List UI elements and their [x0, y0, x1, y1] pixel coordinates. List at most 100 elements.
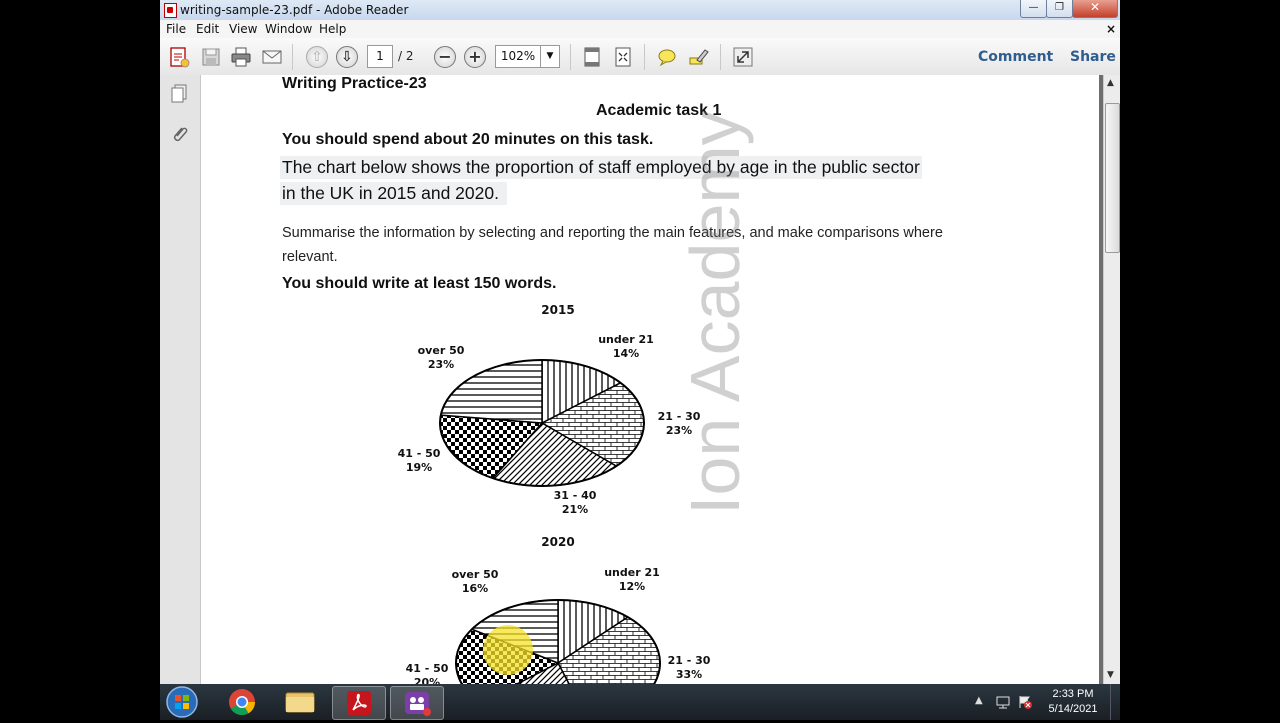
chart-2020-label-under21: under 21 12% [587, 566, 677, 594]
menu-edit[interactable]: Edit [196, 22, 219, 36]
prompt-line-1: The chart below shows the proportion of … [280, 156, 922, 179]
fit-width-icon[interactable] [612, 46, 634, 68]
adobe-reader-icon [347, 691, 371, 715]
label-text: over 50 [451, 568, 499, 581]
fit-page-icon[interactable] [581, 46, 603, 68]
previous-page-button[interactable]: ⇧ [306, 46, 328, 68]
window-title: writing-sample-23.pdf - Adobe Reader [180, 3, 409, 17]
show-hidden-icons-chevron-icon[interactable]: ▲ [975, 695, 983, 706]
page-thumbnails-icon[interactable] [169, 83, 189, 105]
value-text: 14% [612, 347, 640, 360]
chart-2020-label-over50: over 50 16% [435, 568, 515, 596]
toolbar-separator [570, 44, 571, 70]
value-text: 21% [561, 503, 589, 516]
zoom-level-input[interactable]: 102% [495, 45, 540, 68]
value-text: 12% [618, 580, 646, 593]
summary-line-2: relevant. [282, 249, 338, 265]
word-instruction: You should write at least 150 words. [282, 275, 557, 292]
pie-chart-2020 [455, 599, 661, 684]
navigation-panel [160, 75, 201, 684]
share-button[interactable]: Share [1070, 49, 1116, 65]
zoom-out-button[interactable]: − [434, 46, 456, 68]
label-text: 21 - 30 [667, 654, 711, 667]
label-text: 31 - 40 [553, 489, 597, 502]
scroll-down-icon[interactable]: ▼ [1107, 670, 1114, 680]
network-icon[interactable] [995, 694, 1011, 710]
toolbar-separator [644, 44, 645, 70]
label-text: under 21 [604, 566, 660, 579]
chart-2020-label-21-30: 21 - 30 33% [649, 654, 729, 682]
highlight-text-icon[interactable] [687, 46, 709, 68]
label-text: 41 - 50 [397, 447, 441, 460]
zoom-dropdown-chevron-icon[interactable]: ▼ [540, 45, 560, 68]
windows-taskbar: ▲ 2:33 PM 5/14/2021 [160, 684, 1120, 720]
value-text: 16% [461, 582, 489, 595]
page-number-input[interactable]: 1 [367, 45, 393, 68]
clock-time: 2:33 PM [1052, 688, 1094, 700]
watermark-text: Ion Academy [676, 110, 754, 515]
page-heading: Writing Practice-23 [282, 75, 427, 92]
chart-2015-label-31-40: 31 - 40 21% [535, 489, 615, 517]
menu-help[interactable]: Help [319, 22, 346, 36]
start-button-icon[interactable] [164, 685, 200, 719]
toolbar: ⇧ ⇩ 1 / 2 − + 102% ▼ Comment Share [160, 38, 1120, 76]
minimize-button[interactable]: — [1020, 0, 1047, 18]
scrollbar-thumb[interactable] [1105, 103, 1120, 253]
value-text: 20% [413, 676, 441, 684]
menu-view[interactable]: View [229, 22, 257, 36]
system-clock[interactable]: 2:33 PM 5/14/2021 [1038, 687, 1108, 717]
maximize-button[interactable]: ❐ [1046, 0, 1073, 18]
explorer-taskbar-button[interactable] [274, 686, 326, 718]
toolbar-separator [720, 44, 721, 70]
title-bar[interactable]: writing-sample-23.pdf - Adobe Reader — ❐… [160, 0, 1120, 20]
chart-2020-title: 2020 [541, 535, 575, 549]
pdf-file-icon [164, 3, 177, 18]
vertical-scrollbar[interactable]: ▲ ▼ [1103, 75, 1120, 684]
value-text: 23% [427, 358, 455, 371]
action-center-flag-icon[interactable] [1017, 694, 1033, 710]
recorder-taskbar-button[interactable] [390, 686, 444, 720]
document-area[interactable]: Writing Practice-23 Academic task 1 You … [201, 75, 1103, 684]
sticky-note-icon[interactable] [656, 46, 678, 68]
chart-2015-label-over50: over 50 23% [401, 344, 481, 372]
screen-recorder-icon [405, 692, 431, 716]
value-text: 19% [405, 461, 433, 474]
pdf-page: Writing Practice-23 Academic task 1 You … [201, 75, 1099, 684]
label-text: under 21 [598, 333, 654, 346]
menu-window[interactable]: Window [265, 22, 312, 36]
chart-2020-label-41-50: 41 - 50 20% [387, 662, 467, 684]
label-text: 41 - 50 [405, 662, 449, 675]
chart-2015-label-under21: under 21 14% [581, 333, 671, 361]
save-icon[interactable] [200, 46, 222, 68]
menu-file[interactable]: File [166, 22, 186, 36]
expand-icon[interactable] [732, 46, 754, 68]
page-total: / 2 [398, 49, 414, 63]
time-instruction: You should spend about 20 minutes on thi… [282, 131, 654, 148]
value-text: 33% [675, 668, 703, 681]
adobe-reader-taskbar-button[interactable] [332, 686, 386, 720]
attachments-paperclip-icon[interactable] [169, 123, 189, 145]
menu-bar: File Edit View Window Help × [160, 20, 1120, 38]
scroll-up-icon[interactable]: ▲ [1107, 78, 1114, 88]
zoom-in-button[interactable]: + [464, 46, 486, 68]
chrome-taskbar-button[interactable] [216, 686, 268, 718]
print-icon[interactable] [230, 46, 252, 68]
summary-line-1: Summarise the information by selecting a… [282, 225, 943, 241]
close-document-icon[interactable]: × [1106, 22, 1116, 36]
chrome-icon [229, 689, 256, 716]
clock-date: 5/14/2021 [1048, 703, 1098, 715]
cursor-highlight [483, 625, 533, 675]
next-page-button[interactable]: ⇩ [336, 46, 358, 68]
close-window-button[interactable]: ✕ [1072, 0, 1118, 18]
adobe-reader-window: writing-sample-23.pdf - Adobe Reader — ❐… [160, 0, 1120, 684]
label-text: over 50 [417, 344, 465, 357]
toolbar-separator [292, 44, 293, 70]
comment-button[interactable]: Comment [978, 49, 1053, 65]
email-icon[interactable] [261, 46, 283, 68]
create-pdf-icon[interactable] [168, 46, 190, 68]
folder-icon [285, 692, 315, 713]
chart-2015-title: 2015 [541, 303, 575, 317]
show-desktop-button[interactable] [1110, 684, 1121, 720]
chart-2015-label-41-50: 41 - 50 19% [379, 447, 459, 475]
prompt-line-2: in the UK in 2015 and 2020. [280, 182, 507, 205]
